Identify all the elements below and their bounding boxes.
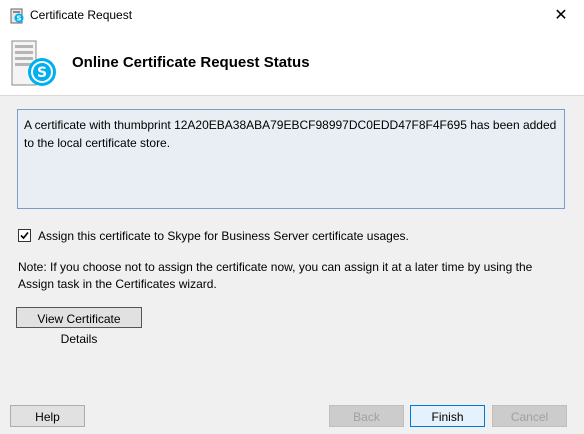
assign-checkbox-label[interactable]: Assign this certificate to Skype for Bus…	[38, 229, 409, 243]
page-title: Online Certificate Request Status	[72, 54, 310, 71]
status-message-box: A certificate with thumbprint 12A20EBA38…	[17, 109, 565, 209]
title-bar: S Certificate Request ✕	[0, 0, 584, 32]
window-title: Certificate Request	[30, 8, 133, 22]
close-icon: ✕	[554, 7, 568, 24]
close-button[interactable]: ✕	[538, 0, 584, 31]
help-button[interactable]: Help	[10, 405, 85, 427]
assign-checkbox[interactable]	[18, 229, 31, 242]
svg-text:S: S	[16, 15, 21, 23]
assign-note: Note: If you choose not to assign the ce…	[18, 260, 533, 291]
svg-text:S: S	[37, 65, 47, 81]
checkmark-icon	[20, 231, 29, 240]
view-certificate-details-button[interactable]: View Certificate Details	[16, 307, 142, 346]
skype-certificate-icon: S	[9, 8, 25, 24]
wizard-header: S Online Certificate Request Status	[0, 31, 584, 96]
server-skype-icon: S	[10, 39, 62, 89]
finish-button[interactable]: Finish	[410, 405, 485, 427]
back-button[interactable]: Back	[329, 405, 404, 427]
cancel-button[interactable]: Cancel	[492, 405, 567, 427]
status-message: A certificate with thumbprint 12A20EBA38…	[24, 118, 557, 150]
